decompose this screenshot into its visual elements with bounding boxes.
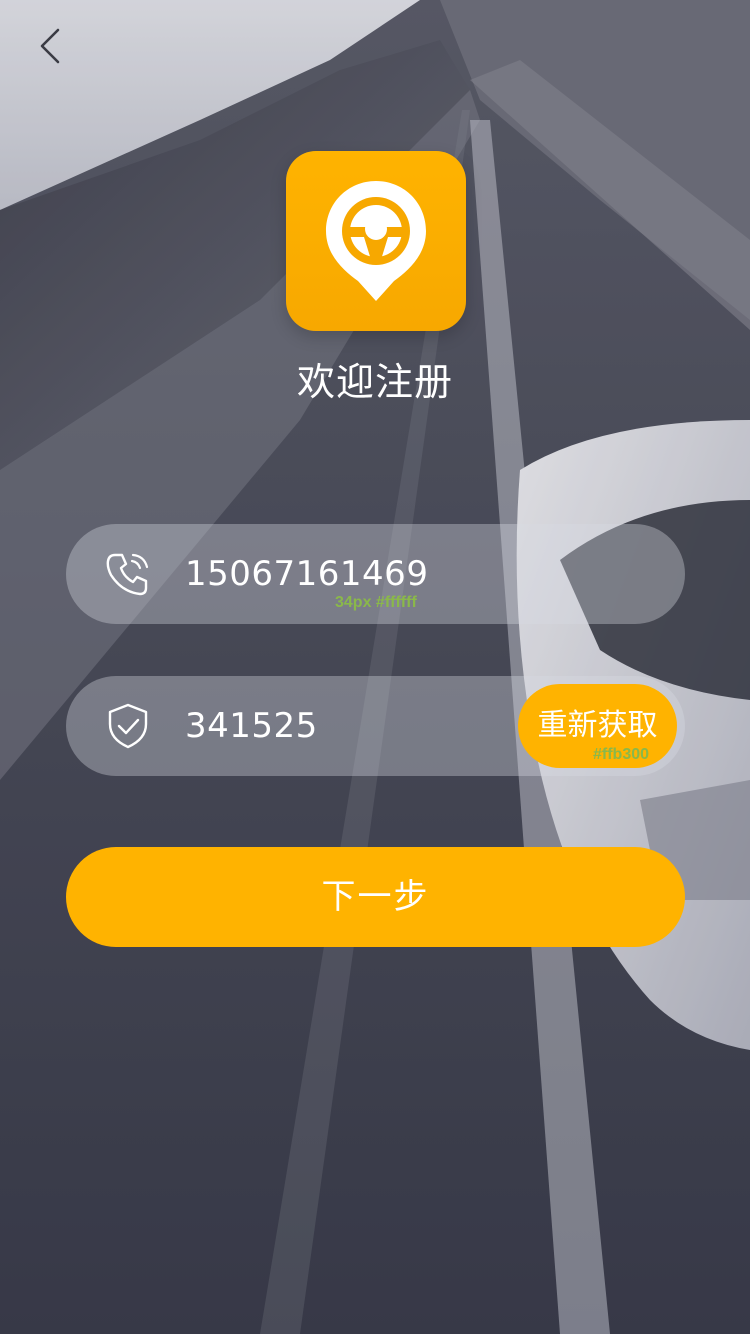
steering-wheel-pin-icon [326,181,426,301]
chevron-left-icon [40,28,60,64]
register-screen: 欢迎注册 15067161469 34px #ffffff 341525 重新获… [0,0,750,1334]
shield-check-icon [104,702,152,750]
page-title: 欢迎注册 [296,360,453,404]
design-annotation-phone: 34px #ffffff [335,594,417,611]
back-button[interactable] [28,22,72,70]
design-annotation-code: #ffb300 [593,746,650,763]
next-step-button[interactable]: 下一步 [66,847,685,947]
app-logo [286,151,466,331]
verification-code-input[interactable]: 341525 [185,676,318,776]
phone-icon [104,550,152,598]
